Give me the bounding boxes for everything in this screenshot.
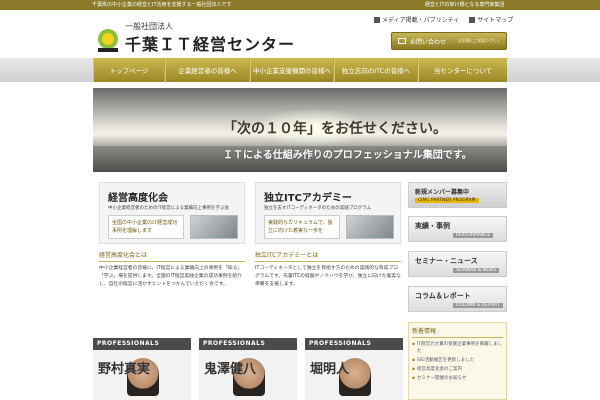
hero-banner: 「次の１０年」をお任せください。 ＩＴによる仕組み作りのプロフェッショナル集団で… — [93, 88, 507, 172]
sidebar-button-title: コラム＆レポート — [415, 292, 471, 300]
nav-item-home[interactable]: トップページ — [93, 58, 165, 82]
feature-subtitle: 中小企業経営者のためのIT経営による業績向上事例を学ぶ会 — [108, 206, 229, 211]
news-item[interactable]: 経営高度化会のご案内 — [412, 366, 503, 373]
logo-title: 千葉ＩＴ経営センター — [125, 35, 296, 54]
section-heading[interactable]: 経営高度化会とは — [99, 250, 245, 262]
news-heading: 新着情報 — [412, 326, 503, 338]
professional-label: PROFESSIONALS — [203, 340, 266, 347]
professional-label: PROFESSIONALS — [97, 340, 160, 347]
mail-icon — [398, 38, 406, 44]
professional-name: 野村真実 — [98, 362, 151, 377]
nav-item-independent-itc[interactable]: 独立志向のITCの皆様へ — [334, 58, 418, 82]
sidebar-button-seminar[interactable]: セミナー・ニュース SEMINAR & NEWS — [408, 251, 507, 277]
feature-subtitle: 独立を志すITコーディネータのための実践プログラム — [264, 206, 372, 211]
feature-photo — [190, 215, 238, 239]
main-nav: トップページ 企業経営者の皆様へ 中小企業支援機関の皆様へ 独立志向のITCの皆… — [93, 58, 507, 82]
hero-subline: ＩＴによる仕組み作りのプロフェッショナル集団です。 — [223, 150, 472, 161]
feature-photo — [346, 215, 394, 239]
section-itc-academy: 独立ITCアカデミーとは ITコーディネータとして独立を目指す方のための実践的な… — [255, 250, 401, 330]
professional-label: PROFESSIONALS — [309, 340, 372, 347]
sitemap-link-label: サイトマップ — [477, 17, 514, 24]
recruit-sub: CIMC PARTNER PROGRAM — [415, 198, 479, 203]
contact-label: お問い合わせ — [410, 38, 447, 46]
professional-name: 鬼澤健八 — [204, 362, 257, 377]
page: 千葉県の中小企業の経営とIT活用を支援する一般社団法人です 経営とITの架け橋と… — [0, 0, 600, 400]
contact-button[interactable]: お問い合わせ お気軽にご相談下さい。 — [391, 32, 507, 50]
sidebar-button-performance[interactable]: 実績・事例 PERFORMANCE — [408, 216, 507, 242]
feature-panel-text: 実践的なカリキュラムで、独立に向けた着実な一歩を — [264, 215, 340, 239]
professional-name: 堀明人 — [310, 362, 350, 377]
nav-item-about[interactable]: 当センターについて — [418, 58, 507, 82]
media-link-label: メディア掲載・パブリシティ — [382, 17, 460, 24]
recruit-banner[interactable]: 新規メンバー募集中 CIMC PARTNER PROGRAM — [408, 182, 507, 208]
professional-card[interactable]: PROFESSIONALS 野村真実 — [93, 338, 191, 400]
section-body: 中小企業経営者の皆様に、IT経営による業績向上の事例を「知る」「学ぶ」場を提供し… — [99, 266, 243, 287]
feature-panel-text: 全国の中小企業のIT経営成功事例を理解します — [108, 215, 184, 239]
feature-title: 経営高度化会 — [108, 193, 168, 204]
square-bullet-icon — [469, 16, 476, 23]
nav-item-support-orgs[interactable]: 中小企業支援機関の皆様へ — [250, 58, 334, 82]
professional-card[interactable]: PROFESSIONALS 堀明人 — [305, 338, 403, 400]
section-body: ITコーディネータとして独立を目指す方のための実践的な育成プログラムです。先輩I… — [255, 266, 401, 287]
feature-itc-academy[interactable]: 独立ITCアカデミー 独立を志すITコーディネータのための実践プログラム 実践的… — [255, 182, 401, 244]
hero-headline: 「次の１０年」をお任せください。 — [223, 121, 447, 137]
sitemap-link[interactable]: サイトマップ — [469, 15, 513, 24]
header-links: メディア掲載・パブリシティ サイトマップ — [374, 15, 513, 24]
nav-item-executives[interactable]: 企業経営者の皆様へ — [165, 58, 250, 82]
sidebar-button-column[interactable]: コラム＆レポート COLUMN & REPORT — [408, 286, 507, 312]
contact-note: お気軽にご相談下さい。 — [458, 38, 502, 43]
news-box: 新着情報 IT経営力大賞の受賞企業事例を掲載しました SIG活動報告を更新しまし… — [408, 322, 507, 400]
media-link[interactable]: メディア掲載・パブリシティ — [374, 15, 459, 24]
section-heading[interactable]: 独立ITCアカデミーとは — [255, 250, 401, 262]
site-logo[interactable]: 一般社団法人 千葉ＩＴ経営センター — [95, 18, 295, 54]
sidebar-button-sub: COLUMN & REPORT — [453, 303, 503, 308]
feature-title: 独立ITCアカデミー — [264, 193, 352, 204]
section-management-council: 経営高度化会とは 中小企業経営者の皆様に、IT経営による業績向上の事例を「知る」… — [99, 250, 245, 330]
square-bullet-icon — [374, 16, 380, 23]
feature-management-council[interactable]: 経営高度化会 中小企業経営者のためのIT経営による業績向上事例を学ぶ会 全国の中… — [99, 182, 245, 244]
logo-mark-icon — [98, 29, 118, 52]
news-item[interactable]: IT経営力大賞の受賞企業事例を掲載しました — [412, 341, 503, 355]
news-item[interactable]: セミナー開催のお知らせ — [412, 375, 503, 382]
sidebar-button-sub: PERFORMANCE — [453, 233, 494, 238]
news-item[interactable]: SIG活動報告を更新しました — [412, 357, 503, 364]
sidebar-button-title: 実績・事例 — [415, 222, 450, 230]
sidebar-button-title: セミナー・ニュース — [415, 257, 478, 265]
top-strip-left-text: 千葉県の中小企業の経営とIT活用を支援する一般社団法人です — [92, 2, 232, 8]
professional-card[interactable]: PROFESSIONALS 鬼澤健八 — [199, 338, 297, 400]
sidebar-button-sub: SEMINAR & NEWS — [453, 268, 500, 273]
recruit-title: 新規メンバー募集中 — [415, 189, 470, 196]
top-strip-right-text: 経営とITの架け橋となる専門家集団 — [425, 2, 505, 8]
top-strip: 千葉県の中小企業の経営とIT活用を支援する一般社団法人です 経営とITの架け橋と… — [0, 0, 600, 10]
